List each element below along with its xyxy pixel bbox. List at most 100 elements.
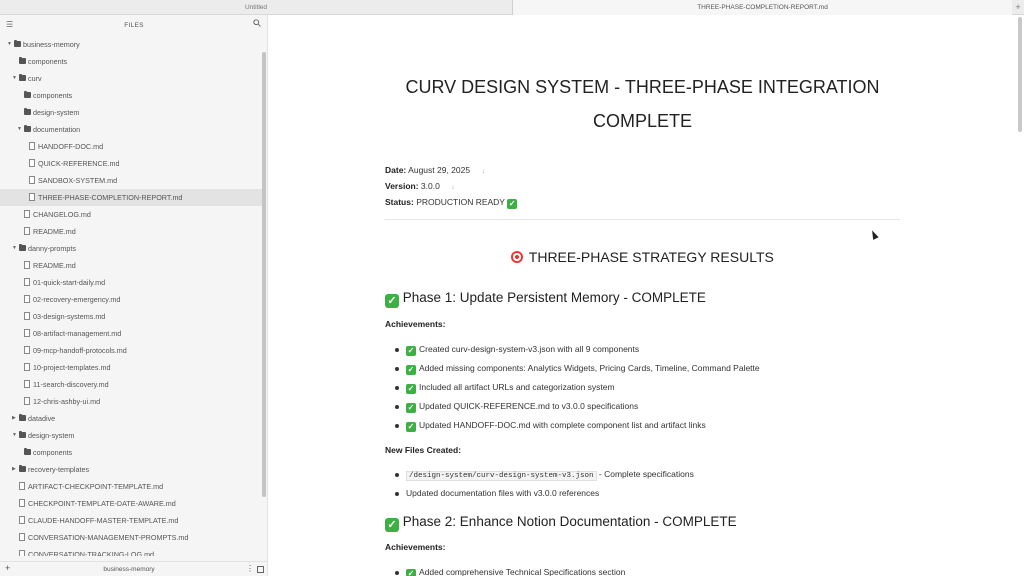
tree-file[interactable]: CLAUDE-HANDOFF-MASTER-TEMPLATE.md: [0, 512, 262, 529]
tree-folder[interactable]: components: [0, 444, 262, 461]
editor-area: CURV DESIGN SYSTEM - THREE-PHASE INTEGRA…: [269, 15, 1024, 576]
list-item: ✓ Added comprehensive Technical Specifica…: [395, 563, 625, 576]
chevron-down-icon[interactable]: ▼: [7, 36, 12, 53]
file-icon: [24, 397, 30, 405]
check-icon: ✓: [406, 384, 416, 394]
check-icon: ✓: [385, 294, 399, 308]
sidebar-scrollbar[interactable]: [262, 52, 266, 497]
tree-folder[interactable]: ▶ datadive: [0, 410, 262, 427]
check-icon: ✓: [406, 403, 416, 413]
tree-file[interactable]: README.md: [0, 223, 262, 240]
tree-file[interactable]: CHECKPOINT-TEMPLATE-DATE-AWARE.md: [0, 495, 262, 512]
tree-item-label: recovery-templates: [28, 465, 90, 474]
tree-file[interactable]: THREE-PHASE-COMPLETION-REPORT.md: [0, 189, 262, 206]
panel-toggle-icon[interactable]: [257, 566, 264, 573]
file-icon: [24, 227, 30, 235]
folder-icon: [19, 414, 26, 421]
tree-file[interactable]: CONVERSATION-MANAGEMENT-PROMPTS.md: [0, 529, 262, 546]
meta-date: Date: August 29, 2025 ↓: [385, 165, 485, 175]
more-options-icon[interactable]: ⋮: [246, 564, 254, 573]
tree-file[interactable]: 12-chris-ashby-ui.md: [0, 393, 262, 410]
tree-file[interactable]: 08-artifact-management.md: [0, 325, 262, 342]
tree-file[interactable]: 01-quick-start-daily.md: [0, 274, 262, 291]
tree-folder[interactable]: design-system: [0, 104, 262, 121]
file-icon: [24, 363, 30, 371]
file-icon: [24, 261, 30, 269]
tree-file[interactable]: 11-search-discovery.md: [0, 376, 262, 393]
folder-icon: [19, 57, 26, 64]
list-item: ✓ Added missing components: Analytics Wid…: [395, 359, 760, 378]
new-tab-button[interactable]: +: [1012, 0, 1024, 14]
tree-file[interactable]: ARTIFACT-CHECKPOINT-TEMPLATE.md: [0, 478, 262, 495]
tree-file[interactable]: 09-mcp-handoff-protocols.md: [0, 342, 262, 359]
tree-file[interactable]: README.md: [0, 257, 262, 274]
tree-folder[interactable]: ▼ business-memory: [0, 36, 262, 53]
tab-bar: Untitled THREE-PHASE-COMPLETION-REPORT.m…: [0, 0, 1024, 15]
chevron-right-icon[interactable]: ▶: [12, 410, 16, 427]
tree-folder[interactable]: ▼ documentation: [0, 121, 262, 138]
tree-file[interactable]: 03-design-systems.md: [0, 308, 262, 325]
tree-file[interactable]: CHANGELOG.md: [0, 206, 262, 223]
folder-icon: [19, 244, 26, 251]
file-icon: [29, 176, 35, 184]
tree-item-label: 12-chris-ashby-ui.md: [33, 397, 101, 406]
meta-version: Version: 3.0.0 ↓: [385, 181, 455, 191]
file-tree: ▼ business-memory components ▼ curv component…: [0, 36, 262, 556]
tree-item-label: design-system: [28, 431, 75, 440]
tree-item-label: datadive: [28, 414, 56, 423]
new-files-list: /design-system/curv-design-system-v3.jso…: [395, 465, 694, 503]
file-icon: [24, 346, 30, 354]
meta-key: Date:: [385, 165, 407, 175]
tree-item-label: danny-prompts: [28, 244, 76, 253]
chevron-down-icon[interactable]: ▼: [17, 121, 22, 138]
chevron-down-icon[interactable]: ▼: [12, 427, 17, 444]
tree-folder[interactable]: components: [0, 53, 262, 70]
strategy-heading: THREE-PHASE STRATEGY RESULTS: [385, 249, 900, 265]
tree-folder[interactable]: components: [0, 87, 262, 104]
tree-file[interactable]: HANDOFF-DOC.md: [0, 138, 262, 155]
tab-untitled[interactable]: Untitled: [0, 0, 512, 15]
chevron-down-icon[interactable]: ▼: [12, 240, 17, 257]
file-icon: [19, 482, 25, 490]
tree-item-label: 09-mcp-handoff-protocols.md: [33, 346, 127, 355]
chevron-down-icon[interactable]: ▼: [12, 70, 17, 87]
list-item-text: Added missing components: Analytics Widg…: [419, 363, 760, 373]
tree-item-label: CHECKPOINT-TEMPLATE-DATE-AWARE.md: [28, 499, 176, 508]
check-icon: ✓: [406, 365, 416, 375]
tree-file[interactable]: 10-project-templates.md: [0, 359, 262, 376]
file-icon: [19, 533, 25, 541]
tree-folder[interactable]: ▼ curv: [0, 70, 262, 87]
search-icon[interactable]: [253, 19, 261, 27]
tree-item-label: 10-project-templates.md: [33, 363, 111, 372]
tree-folder[interactable]: ▶ recovery-templates: [0, 461, 262, 478]
tree-folder[interactable]: ▼ design-system: [0, 427, 262, 444]
tree-file[interactable]: QUICK-REFERENCE.md: [0, 155, 262, 172]
tree-item-label: HANDOFF-DOC.md: [38, 142, 104, 151]
tree-file[interactable]: SANDBOX-SYSTEM.md: [0, 172, 262, 189]
file-icon: [24, 329, 30, 337]
chevron-right-icon[interactable]: ▶: [12, 461, 16, 478]
tab-three-phase-report[interactable]: THREE-PHASE-COMPLETION-REPORT.md: [512, 0, 1012, 15]
tree-item-label: 08-artifact-management.md: [33, 329, 122, 338]
list-item: ✓ Created curv-design-system-v3.json with…: [395, 340, 760, 359]
check-icon: ✓: [507, 199, 518, 209]
meta-value: 3.0.0: [420, 181, 440, 191]
phase2-heading: ✓ Phase 2: Enhance Notion Documentation …: [385, 514, 737, 532]
editor-scrollbar[interactable]: [1018, 17, 1022, 132]
file-icon: [24, 312, 30, 320]
folder-icon: [24, 108, 31, 115]
sidebar-header: ☰ FILES: [0, 15, 267, 35]
check-icon: ✓: [406, 569, 416, 576]
check-icon: ✓: [406, 346, 416, 356]
tree-file[interactable]: 02-recovery-emergency.md: [0, 291, 262, 308]
file-icon: [19, 550, 25, 556]
tree-item-label: curv: [28, 74, 42, 83]
tree-item-label: design-system: [33, 108, 80, 117]
tree-file[interactable]: CONVERSATION-TRACKING-LOG.md: [0, 546, 262, 556]
folder-icon: [14, 40, 21, 47]
tree-item-label: THREE-PHASE-COMPLETION-REPORT.md: [38, 193, 183, 202]
list-item-text: Updated documentation files with v3.0.0 …: [406, 488, 600, 498]
folder-icon: [19, 74, 26, 81]
phase2-achievements-label: Achievements:: [385, 542, 446, 552]
tree-folder[interactable]: ▼ danny-prompts: [0, 240, 262, 257]
